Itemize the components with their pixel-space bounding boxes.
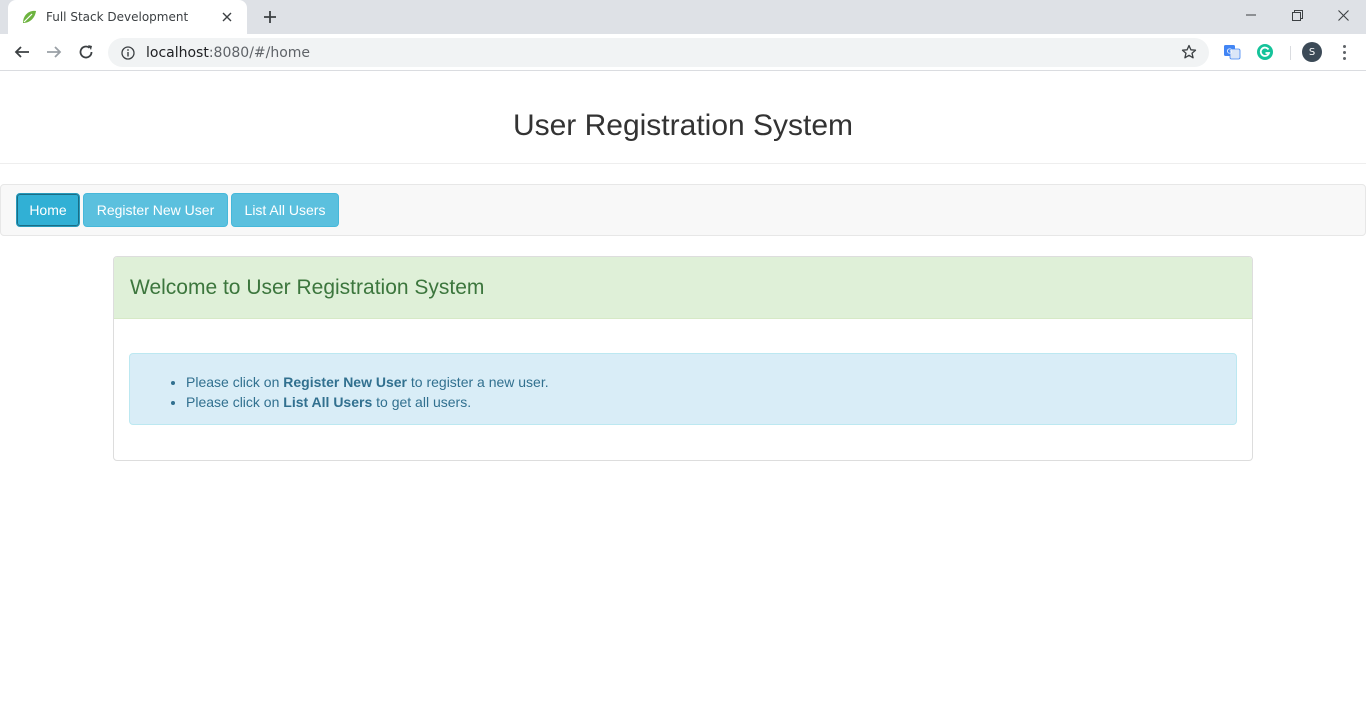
register-new-user-button[interactable]: Register New User (83, 193, 228, 227)
leaf-icon (20, 8, 38, 26)
home-button[interactable]: Home (16, 193, 80, 227)
restore-icon[interactable] (1274, 0, 1320, 30)
page-content: User Registration System Home Register N… (0, 71, 1366, 728)
list-item: Please click on List All Users to get al… (186, 392, 549, 412)
url-path: :8080/#/home (208, 44, 311, 61)
list-item-bold: Register New User (283, 374, 407, 390)
new-tab-icon[interactable] (258, 5, 282, 29)
bookmark-star-icon[interactable] (1181, 44, 1197, 60)
close-tab-icon[interactable] (219, 9, 235, 25)
page-title: User Registration System (512, 109, 854, 142)
list-item-text: Please click on (186, 394, 284, 410)
info-icon[interactable] (120, 45, 136, 61)
translate-extension-icon[interactable]: G (1222, 42, 1242, 62)
list-item-text: to get all users. (372, 394, 472, 410)
instruction-list: Please click on Register New User to reg… (186, 372, 549, 412)
minimize-icon[interactable] (1228, 0, 1274, 30)
list-item: Please click on Register New User to reg… (186, 372, 549, 392)
list-item-bold: List All Users (283, 394, 373, 410)
page-header: User Registration System (0, 71, 1366, 164)
list-item-text: Please click on (186, 374, 284, 390)
panel-heading: Welcome to User Registration System (114, 257, 1252, 319)
nav-bar: Home Register New User List All Users (0, 184, 1366, 236)
reload-icon[interactable] (72, 38, 100, 66)
forward-icon[interactable] (40, 38, 68, 66)
browser-toolbar: localhost:8080/#/home G S (0, 34, 1366, 71)
welcome-panel: Welcome to User Registration System Plea… (113, 256, 1253, 461)
browser-tab[interactable]: Full Stack Development (8, 0, 247, 34)
svg-text:G: G (1227, 48, 1232, 56)
profile-avatar[interactable]: S (1302, 42, 1322, 62)
close-window-icon[interactable] (1320, 0, 1366, 30)
info-alert: Please click on Register New User to reg… (129, 353, 1237, 425)
browser-menu-icon[interactable] (1334, 42, 1354, 62)
tab-title: Full Stack Development (46, 10, 189, 24)
panel-title: Welcome to User Registration System (130, 275, 485, 299)
browser-tabstrip: Full Stack Development (0, 0, 1366, 34)
back-icon[interactable] (8, 38, 36, 66)
url-host: localhost (146, 44, 209, 61)
toolbar-separator (1290, 46, 1291, 60)
grammarly-extension-icon[interactable] (1255, 42, 1275, 62)
list-all-users-button[interactable]: List All Users (231, 193, 339, 227)
address-bar[interactable]: localhost:8080/#/home (108, 38, 1209, 67)
url-text: localhost:8080/#/home (146, 45, 310, 61)
list-item-text: to register a new user. (407, 374, 549, 390)
